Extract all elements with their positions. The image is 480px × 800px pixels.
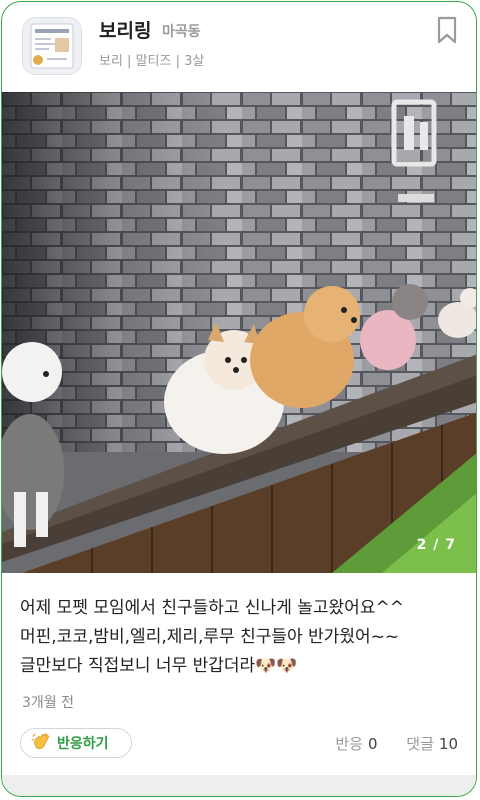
author-name[interactable]: 보리링 [99, 16, 151, 43]
comment-label: 댓글 [406, 735, 434, 753]
comment-count[interactable]: 댓글 10 [406, 735, 458, 753]
pet-info: 보리 | 말티즈 | 3살 [99, 54, 205, 69]
post-card[interactable]: 보리링 마곡동 보리 | 말티즈 | 3살 2 / 7 어제 모펫 모임에서 친… [1, 1, 477, 797]
post-text: 어제 모펫 모임에서 친구들하고 신나게 놀고왔어요^^ 머핀,코코,밤비,엘리… [20, 598, 404, 676]
dogs-photo [2, 92, 476, 573]
react-label: 반응하기 [57, 736, 109, 752]
author-region: 마곡동 [162, 24, 201, 40]
avatar[interactable] [22, 17, 82, 75]
react-button[interactable]: 반응하기 [20, 728, 132, 758]
reaction-number: 0 [367, 735, 378, 753]
card-footer-divider [2, 775, 476, 796]
comment-number: 10 [438, 735, 458, 753]
post-time: 3개월 전 [22, 695, 74, 711]
photo-counter: 2 / 7 [416, 537, 456, 553]
post-photo[interactable]: 2 / 7 [2, 92, 476, 573]
post-stats: 반응 0 댓글 10 [335, 733, 458, 754]
reaction-count[interactable]: 반응 0 [335, 735, 382, 753]
bookmark-icon[interactable] [436, 16, 458, 44]
reaction-label: 반응 [335, 735, 363, 753]
wave-hand-icon [31, 730, 53, 756]
